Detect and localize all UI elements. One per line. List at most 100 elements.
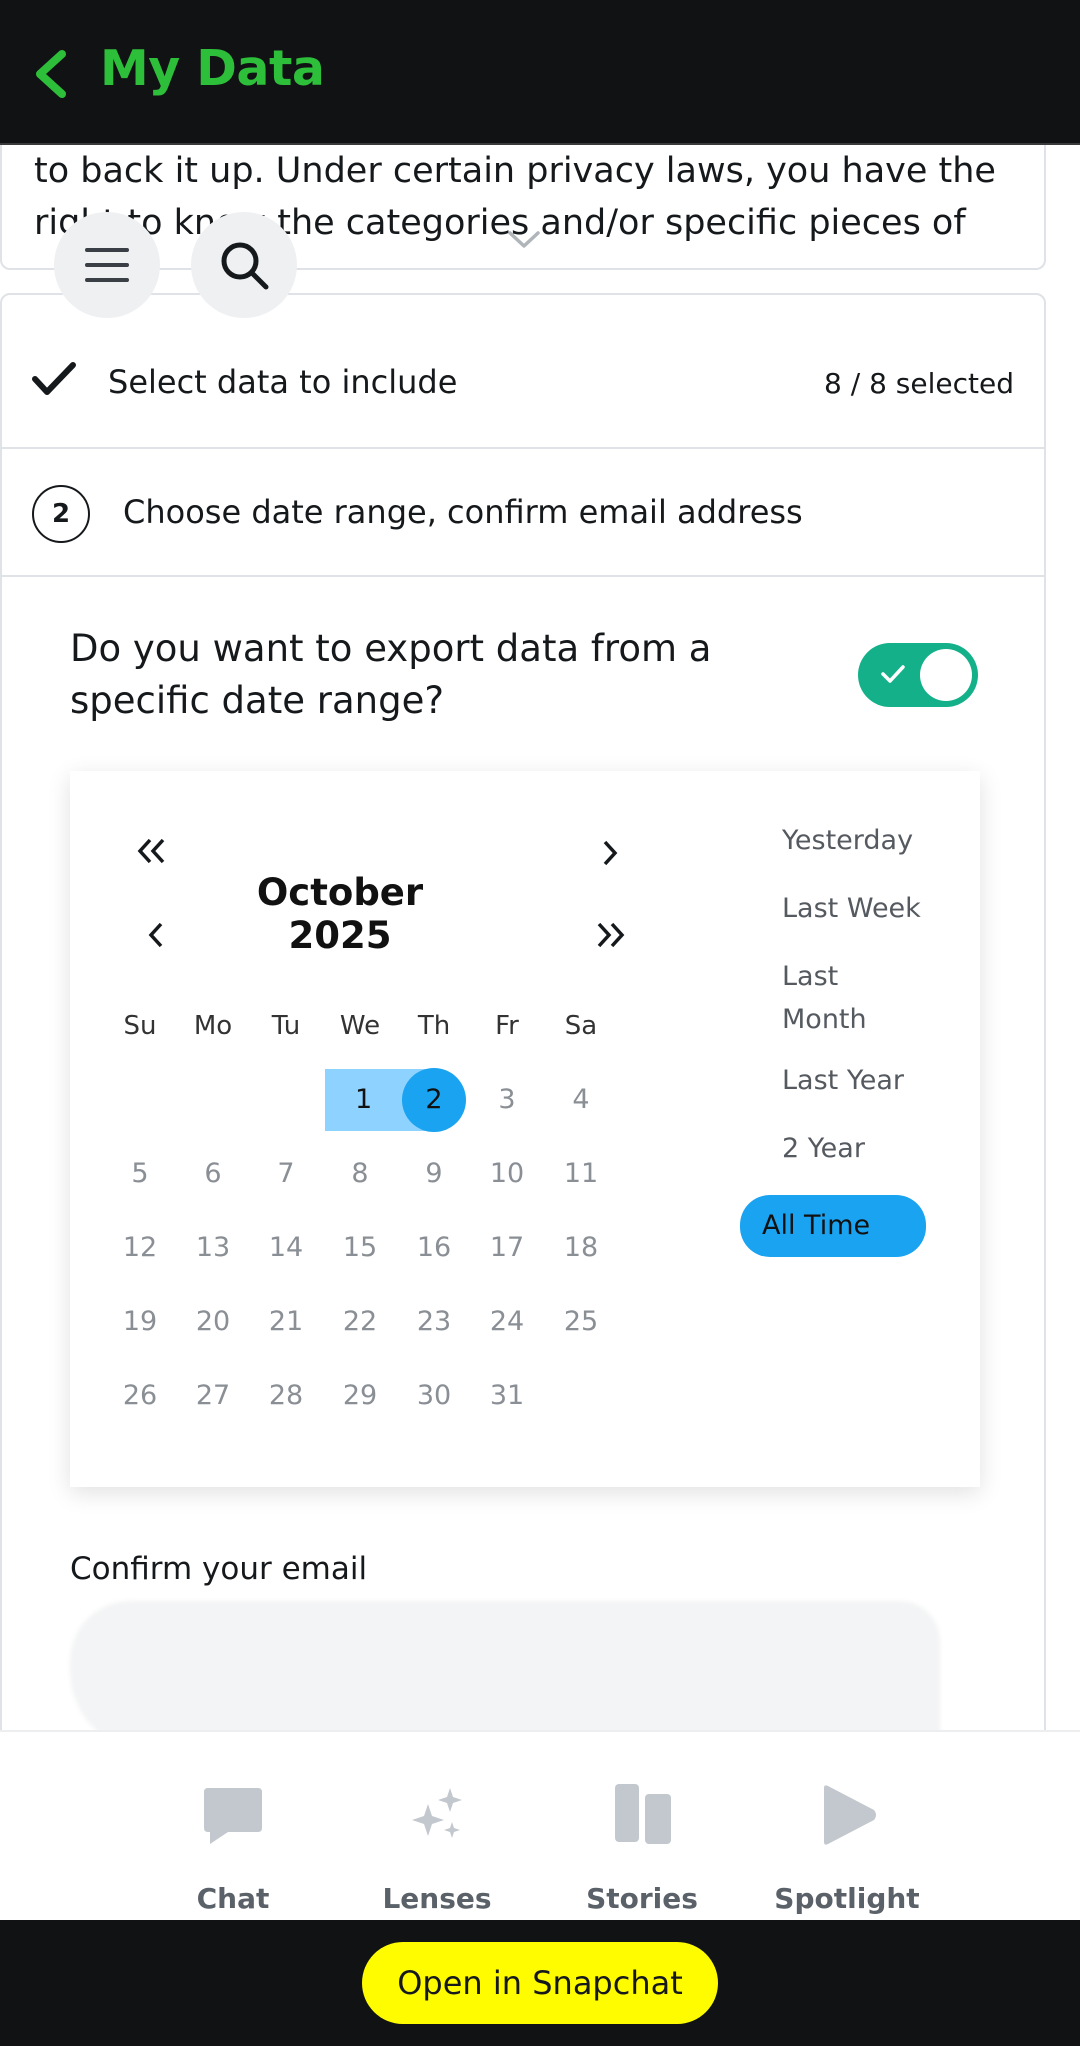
- calendar-day[interactable]: 16: [399, 1217, 469, 1279]
- step-label: Choose date range, confirm email address: [123, 493, 803, 531]
- day-number: 30: [416, 1380, 452, 1411]
- calendar-day[interactable]: 27: [178, 1365, 248, 1427]
- email-label: Confirm your email: [70, 1551, 368, 1587]
- calendar-day[interactable]: 2: [399, 1068, 469, 1132]
- sparkles-icon: [412, 1788, 462, 1838]
- calendar-day[interactable]: 14: [251, 1217, 321, 1279]
- hamburger-icon: [85, 248, 129, 282]
- day-number: 16: [416, 1232, 452, 1263]
- tab-chat[interactable]: Chat: [153, 1732, 313, 1922]
- calendar-day[interactable]: 26: [105, 1365, 175, 1427]
- day-number: 21: [268, 1306, 304, 1337]
- day-number: 22: [342, 1306, 378, 1337]
- calendar-day[interactable]: 18: [546, 1217, 616, 1279]
- next-year-button[interactable]: [590, 915, 630, 955]
- day-number: 19: [122, 1306, 158, 1337]
- day-number: 9: [425, 1158, 443, 1189]
- tab-label: Chat: [196, 1882, 270, 1915]
- day-number: 6: [204, 1158, 222, 1189]
- date-range-toggle[interactable]: [858, 643, 978, 707]
- step-select-data[interactable]: Select data to include 8 / 8 selected: [2, 295, 1046, 449]
- day-number: 25: [563, 1306, 599, 1337]
- day-number: 29: [342, 1380, 378, 1411]
- calendar-day[interactable]: 3: [472, 1069, 542, 1131]
- preset-yesterday[interactable]: Yesterday: [760, 819, 946, 862]
- preset-last-week[interactable]: Last Week: [760, 887, 946, 930]
- calendar-day[interactable]: 5: [105, 1143, 175, 1205]
- preset-last-month[interactable]: Last Month: [760, 955, 900, 1041]
- prev-year-button[interactable]: [132, 831, 172, 871]
- calendar-day[interactable]: 29: [325, 1365, 395, 1427]
- month-label: October 2025: [256, 871, 424, 957]
- day-number: 11: [563, 1158, 599, 1189]
- preset-2-year[interactable]: 2 Year: [760, 1127, 946, 1170]
- tab-lenses[interactable]: Lenses: [357, 1732, 517, 1922]
- day-number: 26: [122, 1380, 158, 1411]
- calendar-day[interactable]: 4: [546, 1069, 616, 1131]
- search-button[interactable]: [191, 212, 297, 318]
- back-chevron-icon[interactable]: [30, 48, 74, 100]
- menu-button[interactable]: [54, 212, 160, 318]
- calendar-day[interactable]: 31: [472, 1365, 542, 1427]
- day-number: 20: [195, 1306, 231, 1337]
- calendar-day[interactable]: 21: [251, 1291, 321, 1353]
- day-number: 13: [195, 1232, 231, 1263]
- calendar-day[interactable]: 15: [325, 1217, 395, 1279]
- day-number: 24: [489, 1306, 525, 1337]
- calendar-day[interactable]: 24: [472, 1291, 542, 1353]
- preset-last-year[interactable]: Last Year: [760, 1059, 946, 1102]
- step-number-badge: 2: [32, 485, 90, 543]
- chevron-right-icon: [603, 840, 618, 866]
- calendar-day[interactable]: 28: [251, 1365, 321, 1427]
- day-number: 15: [342, 1232, 378, 1263]
- prev-month-button[interactable]: [136, 915, 176, 955]
- next-month-button[interactable]: [590, 833, 630, 873]
- email-field-redacted[interactable]: [70, 1601, 940, 1751]
- step-date-range[interactable]: 2 Choose date range, confirm email addre…: [2, 449, 1046, 577]
- tab-label: Lenses: [382, 1882, 492, 1915]
- tab-stories[interactable]: Stories: [562, 1732, 722, 1922]
- day-number: 1: [355, 1084, 373, 1115]
- play-icon: [824, 1785, 876, 1845]
- stories-icon: [615, 1784, 671, 1844]
- search-icon: [221, 242, 269, 290]
- preset-all-time[interactable]: All Time: [740, 1195, 926, 1257]
- calendar-day[interactable]: 23: [399, 1291, 469, 1353]
- bottom-tab-bar: Chat Lenses Stories Spotlight: [0, 1730, 1080, 1920]
- day-number: 18: [563, 1232, 599, 1263]
- day-number: 27: [195, 1380, 231, 1411]
- day-number: 12: [122, 1232, 158, 1263]
- weekday-label: Sa: [564, 1011, 598, 1041]
- date-range-question: Do you want to export data from a specif…: [70, 627, 712, 722]
- date-picker: October 2025 Su Mo Tu We Th Fr Sa 1 2 3 4 5 6 7 8 9 10 1…: [70, 771, 980, 1487]
- day-number: 8: [351, 1158, 369, 1189]
- day-number: 3: [498, 1084, 516, 1115]
- calendar-day[interactable]: 19: [105, 1291, 175, 1353]
- calendar-day[interactable]: 7: [251, 1143, 321, 1205]
- calendar-day[interactable]: 20: [178, 1291, 248, 1353]
- calendar-day[interactable]: 11: [546, 1143, 616, 1205]
- weekday-label: Mo: [193, 1011, 233, 1041]
- calendar-day[interactable]: 22: [325, 1291, 395, 1353]
- tab-label: Spotlight: [774, 1882, 920, 1915]
- weekday-label: Su: [123, 1011, 157, 1041]
- day-number: 14: [268, 1232, 304, 1263]
- calendar-day[interactable]: 9: [399, 1143, 469, 1205]
- day-number: 28: [268, 1380, 304, 1411]
- day-number: 23: [416, 1306, 452, 1337]
- calendar-day[interactable]: 10: [472, 1143, 542, 1205]
- toggle-knob: [920, 649, 972, 701]
- calendar-day[interactable]: 6: [178, 1143, 248, 1205]
- chevron-left-icon: [148, 922, 163, 948]
- top-bar: My Data: [0, 0, 1080, 145]
- calendar-day[interactable]: 17: [472, 1217, 542, 1279]
- open-in-snapchat-button[interactable]: Open in Snapchat: [362, 1942, 718, 2024]
- calendar-day[interactable]: 13: [178, 1217, 248, 1279]
- calendar-day[interactable]: 30: [399, 1365, 469, 1427]
- tab-spotlight[interactable]: Spotlight: [767, 1732, 927, 1922]
- calendar-day[interactable]: 12: [105, 1217, 175, 1279]
- expand-chevron-icon[interactable]: [507, 229, 541, 251]
- weekday-label: Tu: [271, 1011, 301, 1041]
- calendar-day[interactable]: 8: [325, 1143, 395, 1205]
- calendar-day[interactable]: 25: [546, 1291, 616, 1353]
